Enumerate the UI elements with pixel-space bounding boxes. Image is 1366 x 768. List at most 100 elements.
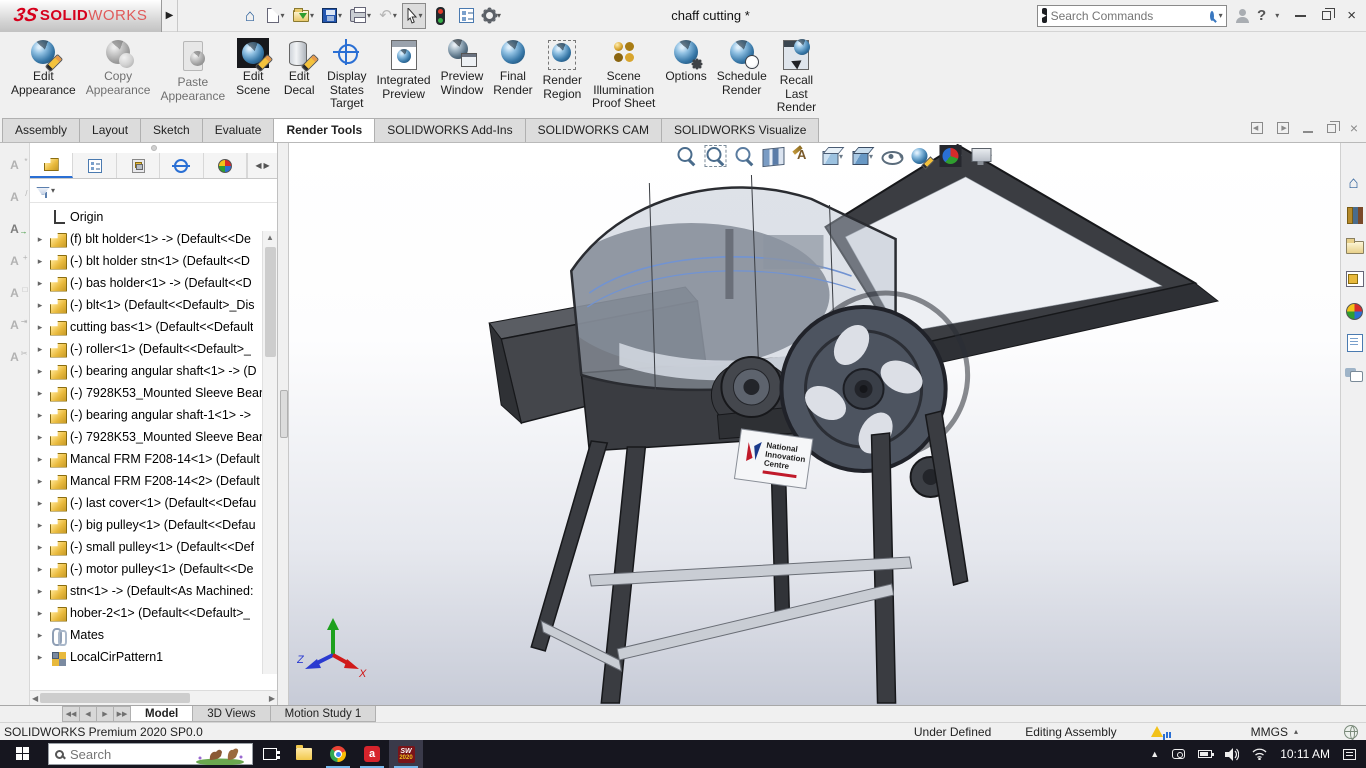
import-note-icon[interactable]: A [6, 221, 27, 240]
display-states-target-button[interactable]: Display States Target [322, 36, 371, 113]
section-view-icon[interactable] [761, 146, 784, 168]
expand-arrow-icon[interactable]: ▸ [34, 234, 46, 245]
featuremanager-tab[interactable] [30, 153, 74, 178]
tree-item[interactable]: ▸ Origin [34, 206, 277, 228]
expand-arrow-icon[interactable]: ▸ [34, 476, 46, 487]
expand-arrow-icon[interactable]: ▸ [34, 498, 46, 509]
expand-arrow-icon[interactable]: ▸ [34, 278, 46, 289]
custom-properties-icon[interactable] [1344, 333, 1364, 352]
units-dropdown-icon[interactable]: ▴ [1294, 727, 1298, 736]
configurationmanager-tab[interactable] [117, 153, 161, 178]
tab-solidworks-cam[interactable]: SOLIDWORKS CAM [524, 118, 662, 142]
tree-item[interactable]: ▸ (f) blt holder<1> -> (Default<<De [34, 228, 277, 250]
tab-layout[interactable]: Layout [79, 118, 142, 142]
user-account-icon[interactable] [1235, 8, 1250, 23]
first-tab-icon[interactable]: ◀◀ [62, 706, 80, 722]
search-dropdown-icon[interactable]: ▾ [1219, 11, 1223, 20]
task-view-button[interactable] [253, 740, 287, 768]
tree-item[interactable]: ▸ (-) 7928K53_Mounted Sleeve Beari [34, 426, 277, 448]
close-button[interactable]: × [1347, 8, 1356, 23]
new-dropdown-icon[interactable]: ▾ [280, 11, 284, 20]
save-dropdown-icon[interactable]: ▾ [338, 11, 342, 20]
model-3d-view[interactable]: National Innovation Centre [289, 143, 1340, 705]
integrated-preview-button[interactable]: Integrated Preview [372, 36, 436, 103]
tab-solidworks-visualize[interactable]: SOLIDWORKS Visualize [660, 118, 820, 142]
tree-item[interactable]: ▸ stn<1> -> (Default<As Machined: [34, 580, 277, 602]
screen-record-icon[interactable] [1172, 749, 1186, 759]
expand-arrow-icon[interactable]: ▸ [34, 608, 46, 619]
collapse-right-pane-icon[interactable]: ▶ [1276, 122, 1289, 134]
tree-item[interactable]: ▸ (-) small pulley<1> (Default<<Def [34, 536, 277, 558]
battery-icon[interactable] [1198, 750, 1215, 758]
home-icon[interactable]: ⌂ [1344, 173, 1364, 192]
wifi-icon[interactable] [1252, 748, 1267, 760]
restore-button[interactable] [1322, 8, 1336, 20]
scroll-right-icon[interactable]: ▶ [269, 694, 275, 703]
graphics-viewport[interactable]: National Innovation Centre ▾ ▾ [289, 143, 1340, 705]
tree-item[interactable]: ▸ (-) blt holder stn<1> (Default<<D [34, 250, 277, 272]
menu-flyout-arrow-icon[interactable]: ▶ [162, 0, 178, 32]
last-tab-icon[interactable]: ▶▶ [113, 706, 131, 722]
hscroll-thumb[interactable] [40, 693, 191, 703]
displaymanager-tab[interactable] [204, 153, 248, 178]
scene-illumination-proof-sheet-button[interactable]: Scene Illumination Proof Sheet [587, 36, 660, 113]
tray-expand-icon[interactable]: ▲ [1150, 749, 1159, 759]
tree-item[interactable]: ▸ (-) bas holder<1> -> (Default<<D [34, 272, 277, 294]
tree-horizontal-scrollbar[interactable]: ◀ ▶ [30, 690, 277, 705]
search-commands-box[interactable]: ▸ ▾ [1037, 4, 1228, 27]
expand-arrow-icon[interactable]: ▸ [34, 520, 46, 531]
scroll-left-icon[interactable]: ◀ [32, 694, 38, 703]
tab-render-tools[interactable]: Render Tools [273, 118, 376, 142]
favorite-note-icon[interactable]: A [6, 154, 27, 173]
home-button[interactable]: ⌂ [238, 3, 262, 29]
expand-arrow-icon[interactable]: ▸ [34, 410, 46, 421]
tree-item[interactable]: ▸ (-) bearing angular shaft<1> -> (D [34, 360, 277, 382]
doc-close-button[interactable]: × [1350, 121, 1358, 135]
dimxpertmanager-tab[interactable] [160, 153, 204, 178]
open-dropdown-icon[interactable]: ▾ [310, 11, 314, 20]
expand-arrow-icon[interactable]: ▸ [34, 366, 46, 377]
clock[interactable]: 10:11 AM [1280, 747, 1330, 761]
next-tab-icon[interactable]: ▶ [96, 706, 114, 722]
tree-item[interactable]: ▸ (-) bearing angular shaft-1<1> -> [34, 404, 277, 426]
tree-item[interactable]: ▸ (-) roller<1> (Default<<Default>_ [34, 338, 277, 360]
help-dropdown-icon[interactable]: ▾ [1275, 11, 1279, 20]
tab-motion-study-1[interactable]: Motion Study 1 [269, 706, 377, 722]
move-note-icon[interactable]: A [6, 314, 27, 333]
open-button[interactable]: ▾ [290, 3, 317, 29]
red-app-button[interactable]: a [355, 740, 389, 768]
tab-solidworks-add-ins[interactable]: SOLIDWORKS Add-Ins [374, 118, 526, 142]
tree-item[interactable]: ▸ Mates [34, 624, 277, 646]
new-document-button[interactable]: ▾ [264, 3, 288, 29]
expand-arrow-icon[interactable]: ▸ [34, 322, 46, 333]
edit-scene-button[interactable]: Edit Scene [230, 36, 276, 99]
tab-evaluate[interactable]: Evaluate [201, 118, 275, 142]
display-style-icon[interactable] [850, 145, 872, 167]
options-dropdown-icon[interactable]: ▾ [497, 11, 501, 20]
expand-arrow-icon[interactable]: ▸ [34, 630, 46, 641]
tags-icon[interactable] [1344, 724, 1358, 740]
filter-funnel-icon[interactable] [36, 186, 50, 195]
appearances-scenes-icon[interactable] [1344, 301, 1364, 320]
minimize-button[interactable] [1295, 14, 1307, 17]
expand-arrow-icon[interactable]: ▸ [34, 432, 46, 443]
tree-item[interactable]: ▸ Mancal FRM F208-14<1> (Default [34, 448, 277, 470]
propertymanager-tab[interactable] [73, 153, 117, 178]
print-dropdown-icon[interactable]: ▾ [367, 11, 371, 20]
taskbar-search-box[interactable] [48, 743, 253, 765]
tab-sketch[interactable]: Sketch [140, 118, 203, 142]
edit-appearance-button[interactable]: Edit Appearance [6, 36, 81, 99]
forum-icon[interactable] [1344, 365, 1364, 384]
note-style-icon[interactable]: A [6, 282, 27, 301]
search-commands-input[interactable] [1050, 8, 1206, 23]
select-dropdown-icon[interactable]: ▾ [419, 11, 423, 20]
view-settings-icon[interactable] [969, 145, 992, 167]
tree-item[interactable]: ▸ (-) blt<1> (Default<<Default>_Dis [34, 294, 277, 316]
tree-item[interactable]: ▸ LocalCirPattern1 [34, 646, 277, 668]
start-button[interactable] [0, 740, 46, 768]
select-tool-button[interactable]: ▾ [402, 2, 427, 29]
volume-icon[interactable] [1225, 747, 1240, 761]
annotations-icon[interactable] [791, 145, 813, 167]
print-button[interactable]: ▾ [347, 3, 374, 29]
doc-minimize-button[interactable] [1302, 131, 1313, 133]
